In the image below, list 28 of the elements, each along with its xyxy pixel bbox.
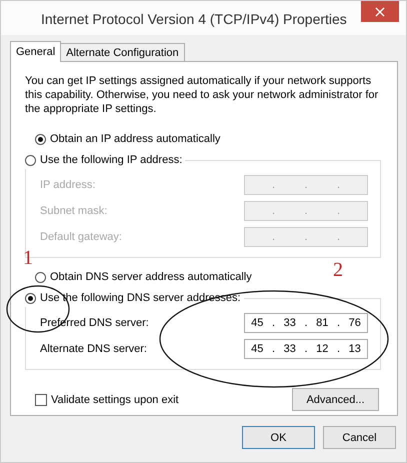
radio-option[interactable]: Obtain DNS server address automatically [35,268,252,286]
radio-icon[interactable] [35,134,46,144]
annotation-number: 2 [333,260,343,280]
checkbox-option[interactable]: Validate settings upon exit [35,390,179,408]
tab[interactable]: Alternate Configuration [60,43,185,61]
checkbox[interactable] [35,394,47,406]
field-label: Default gateway: [40,231,122,243]
dialog-button[interactable]: Cancel [323,426,396,449]
radio-option[interactable]: Obtain an IP address automatically [35,130,220,148]
window-title: Internet Protocol Version 4 (TCP/IPv4) Properties [41,11,347,27]
ip-address-field[interactable]: 45 . 33 . 12 . 13 [244,339,368,359]
radio-label: Obtain DNS server address automatically [50,271,252,283]
field-label: Subnet mask: [40,205,108,217]
radio-icon[interactable] [25,292,36,304]
advanced-button[interactable]: Advanced... [292,388,379,411]
ip-address-field[interactable]: 45 . 33 . 81 . 76 [244,313,368,333]
checkbox-label: Validate settings upon exit [51,394,179,406]
dialog-button[interactable]: OK [242,426,315,449]
tab[interactable]: General [10,41,62,62]
radio-icon[interactable] [25,154,36,166]
radio-label: Use the following IP address: [40,154,182,166]
annotation-number: 1 [23,248,33,268]
radio-icon[interactable] [35,272,46,282]
intro-text: You can get IP settings assigned automatically if your network supports this capability. Otherwise, you need to ask your network administrator for the appropriate IP settings. [25,74,380,116]
close-button[interactable]: × [361,1,399,22]
field-label: IP address: [40,179,96,191]
radio-label: Obtain an IP address automatically [50,133,220,145]
field-label: Alternate DNS server: [40,343,147,355]
